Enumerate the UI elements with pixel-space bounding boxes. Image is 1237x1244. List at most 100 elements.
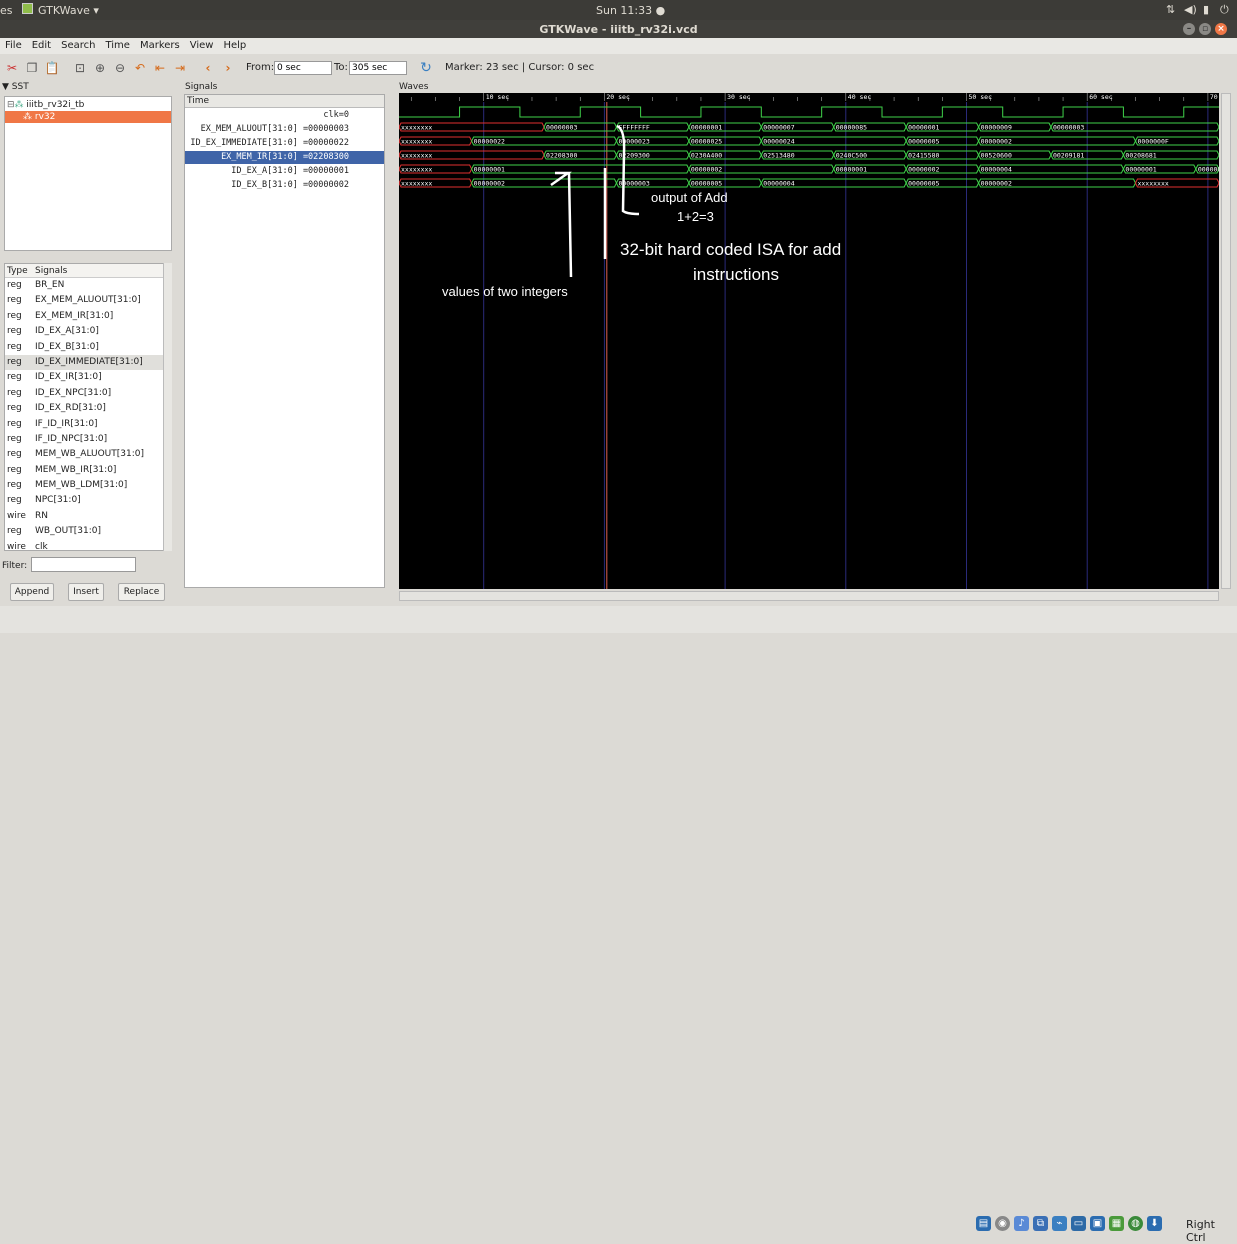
signal-list-row[interactable]: reg IF_ID_IR[31:0] — [5, 417, 171, 432]
volume-icon[interactable]: ◀) — [1184, 3, 1197, 16]
bus-value: 00000004 — [763, 180, 794, 188]
menu-markers[interactable]: Markers — [135, 38, 185, 51]
bus-value: xxxxxxxx — [401, 166, 432, 174]
undo-zoom-icon[interactable]: ↶ — [132, 60, 148, 76]
battery-icon[interactable]: ▮ — [1203, 3, 1209, 16]
optical-drive-icon[interactable]: ◉ — [995, 1216, 1010, 1231]
signal-list-row[interactable]: reg ID_EX_IR[31:0] — [5, 370, 171, 385]
waves-vertical-scrollbar[interactable] — [1221, 93, 1231, 589]
display-icon[interactable]: ▣ — [1090, 1216, 1105, 1231]
copy-icon[interactable]: ❐ — [24, 60, 40, 76]
signal-list-row[interactable]: reg WB_OUT[31:0] — [5, 524, 171, 539]
menu-search[interactable]: Search — [56, 38, 100, 51]
tree-item-tb[interactable]: ⊟⁂ iiitb_rv32i_tb — [5, 99, 171, 111]
waves-horizontal-scrollbar[interactable] — [399, 591, 1219, 601]
signal-list-row[interactable]: wire clk — [5, 540, 171, 550]
paste-icon[interactable]: 📋 — [44, 60, 60, 76]
menu-bar: File Edit Search Time Markers View Help — [0, 38, 1237, 54]
signal-list-row[interactable]: reg EX_MEM_IR[31:0] — [5, 309, 171, 324]
menu-help[interactable]: Help — [218, 38, 251, 51]
to-input[interactable] — [349, 61, 407, 75]
signal-list-row[interactable]: wire RN — [5, 509, 171, 524]
zoom-start-icon[interactable]: ⇤ — [152, 60, 168, 76]
sst-tree[interactable]: ⊟⁂ iiitb_rv32i_tb ⁂ rv32 — [4, 96, 172, 251]
cut-icon[interactable]: ✂ — [4, 60, 20, 76]
signal-list-row[interactable]: reg MEM_WB_IR[31:0] — [5, 463, 171, 478]
module-icon: ⁂ — [23, 112, 32, 122]
bus-value: 0230A400 — [691, 152, 722, 160]
network-icon[interactable]: ⇅ — [1166, 3, 1175, 16]
close-icon[interactable]: × — [1215, 23, 1227, 35]
host-status-bar: ▤ ◉ ♪ ⧉ ⌁ ▭ ▣ ▦ ◍ ⬇ Right Ctrl — [0, 606, 1237, 1244]
tree-item-rv32[interactable]: ⁂ rv32 — [5, 111, 171, 123]
signal-name: ID_EX_NPC[31:0] — [35, 387, 112, 398]
usb-icon[interactable]: ⌁ — [1052, 1216, 1067, 1231]
signal-list-row[interactable]: reg MEM_WB_LDM[31:0] — [5, 478, 171, 493]
zoom-in-icon[interactable]: ⊕ — [92, 60, 108, 76]
signal-list-row[interactable]: reg BR_EN — [5, 278, 171, 293]
signal-list-row[interactable]: reg ID_EX_NPC[31:0] — [5, 386, 171, 401]
signal-trace-label[interactable]: clk=0 — [185, 109, 384, 122]
bus-value: 00000005 — [908, 180, 939, 188]
cpu-icon[interactable]: ◍ — [1128, 1216, 1143, 1231]
clock[interactable]: Sun 11:33 ● — [596, 4, 665, 17]
zoom-out-icon[interactable]: ⊖ — [112, 60, 128, 76]
zoom-fit-icon[interactable]: ⊡ — [72, 60, 88, 76]
hdd-icon[interactable]: ▤ — [976, 1216, 991, 1231]
time-header: Time — [185, 95, 384, 108]
waves-canvas[interactable]: 10 sec 20 sec 30 sec 40 sec 50 sec 60 sec 70 s… — [399, 93, 1219, 589]
next-edge-icon[interactable]: › — [220, 60, 236, 76]
signal-trace-label[interactable]: EX_MEM_ALUOUT[31:0] =00000003 — [185, 123, 384, 136]
signal-type-list[interactable]: Type Signals reg BR_EN reg EX_MEM_ALUOUT[31… — [4, 263, 172, 551]
prev-edge-icon[interactable]: ‹ — [200, 60, 216, 76]
signal-list-scrollbar[interactable] — [163, 263, 172, 551]
signal-trace-label[interactable]: ID_EX_B[31:0] =00000002 — [185, 179, 384, 192]
signal-list-row[interactable]: reg ID_EX_A[31:0] — [5, 324, 171, 339]
maximize-icon[interactable]: ▫ — [1199, 23, 1211, 35]
signal-trace-label[interactable]: ID_EX_A[31:0] =00000001 — [185, 165, 384, 178]
signal-name: WB_OUT[31:0] — [35, 526, 101, 537]
signal-type: reg — [7, 295, 22, 306]
menu-view[interactable]: View — [185, 38, 219, 51]
signal-list-row[interactable]: reg ID_EX_RD[31:0] — [5, 401, 171, 416]
waveform-svg[interactable]: 10 sec 20 sec 30 sec 40 sec 50 sec 60 sec 70 s… — [399, 93, 1219, 589]
signal-trace-label[interactable]: EX_MEM_IR[31:0] =02208300 — [185, 151, 384, 164]
network-adapter-icon[interactable]: ⧉ — [1033, 1216, 1048, 1231]
append-button[interactable]: Append — [10, 583, 54, 601]
signals-panel[interactable]: Time clk=0 EX_MEM_ALUOUT[31:0] =00000003 I… — [184, 94, 385, 588]
bus-value: xxxxxxxx — [401, 180, 432, 188]
audio-icon[interactable]: ♪ — [1014, 1216, 1029, 1231]
app-menu[interactable]: GTKWave ▾ — [38, 4, 99, 17]
zoom-end-icon[interactable]: ⇥ — [172, 60, 188, 76]
signal-type: reg — [7, 387, 22, 398]
bus-value: xxxxxxxx — [401, 152, 432, 160]
power-icon[interactable]: ⏻ — [1220, 3, 1229, 17]
from-input[interactable] — [274, 61, 332, 75]
signal-list-row[interactable]: reg IF_ID_NPC[31:0] — [5, 432, 171, 447]
bus-value: xxxxxxxx — [401, 138, 432, 146]
mouse-integration-icon[interactable]: ⬇ — [1147, 1216, 1162, 1231]
bus-value: 00520600 — [981, 152, 1012, 160]
filter-input[interactable] — [31, 557, 136, 572]
signal-trace-label[interactable]: ID_EX_IMMEDIATE[31:0] =00000022 — [185, 137, 384, 150]
shared-folder-icon[interactable]: ▭ — [1071, 1216, 1086, 1231]
insert-button[interactable]: Insert — [68, 583, 104, 601]
signal-list-row[interactable]: reg ID_EX_IMMEDIATE[31:0] — [5, 354, 171, 371]
bus-value: 00000001 — [474, 166, 505, 174]
signal-type: reg — [7, 326, 22, 337]
signal-list-row[interactable]: reg EX_MEM_ALUOUT[31:0] — [5, 293, 171, 308]
activities-label[interactable]: es — [0, 4, 13, 17]
signal-list-row[interactable]: reg ID_EX_B[31:0] — [5, 340, 171, 355]
signal-type: reg — [7, 464, 22, 475]
replace-button[interactable]: Replace — [118, 583, 165, 601]
bus-value: 00000000 — [1198, 166, 1219, 174]
menu-file[interactable]: File — [0, 38, 27, 51]
menu-edit[interactable]: Edit — [27, 38, 56, 51]
recording-icon[interactable]: ▦ — [1109, 1216, 1124, 1231]
minimize-icon[interactable]: – — [1183, 23, 1195, 35]
signal-list-row[interactable]: reg NPC[31:0] — [5, 493, 171, 508]
sst-label: ▼ SST — [2, 82, 29, 92]
reload-icon[interactable]: ↻ — [418, 60, 434, 76]
signal-list-row[interactable]: reg MEM_WB_ALUOUT[31:0] — [5, 447, 171, 462]
menu-time[interactable]: Time — [100, 38, 134, 51]
